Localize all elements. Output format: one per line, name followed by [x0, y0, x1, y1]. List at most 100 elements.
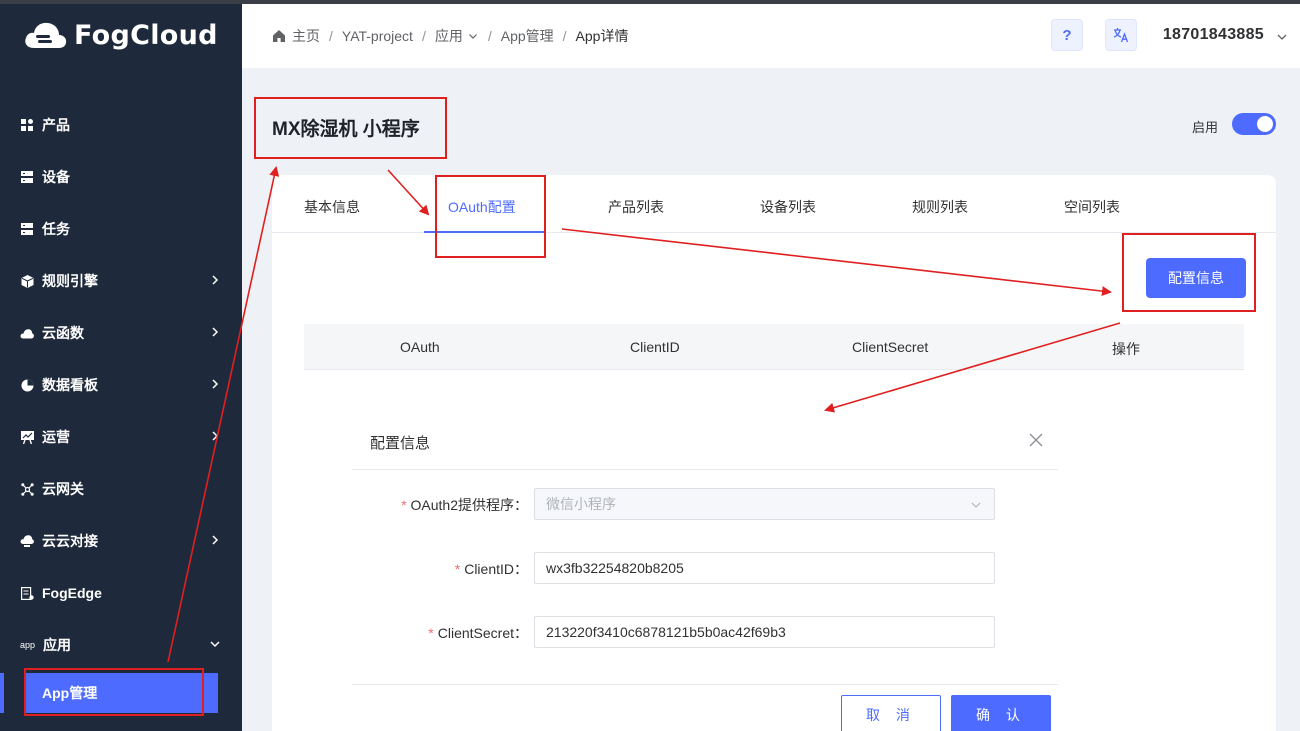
tab-basic-info[interactable]: 基本信息	[304, 197, 360, 217]
chevron-down-icon	[468, 34, 477, 39]
oauth-provider-select[interactable]: 微信小程序	[534, 488, 995, 520]
sidebar-item-fogedge[interactable]: FogEdge	[0, 567, 242, 619]
breadcrumb-app-management[interactable]: App管理	[501, 26, 554, 46]
breadcrumb-app-detail: App详情	[575, 28, 629, 44]
config-info-button[interactable]: 配置信息	[1146, 258, 1246, 298]
sidebar-item-products[interactable]: 产品	[0, 99, 242, 151]
chevron-down-icon	[210, 641, 220, 648]
pie-icon	[20, 378, 34, 392]
translate-button[interactable]	[1105, 19, 1137, 51]
breadcrumb-project[interactable]: YAT-project	[342, 28, 413, 44]
close-icon[interactable]	[1028, 432, 1044, 448]
dialog-divider	[352, 469, 1058, 470]
cloud-link-icon	[20, 534, 34, 548]
sidebar-item-label: 设备	[42, 169, 70, 185]
column-header-actions: 操作	[1112, 341, 1140, 357]
dialog-footer-divider	[352, 684, 1058, 685]
breadcrumb-separator: /	[421, 28, 426, 44]
sidebar-item-label: 任务	[42, 221, 70, 237]
app-icon: app	[20, 640, 36, 650]
required-mark: *	[428, 625, 434, 641]
sidebar-item-apps[interactable]: app 应用	[0, 619, 242, 671]
sidebar-item-cloud-functions[interactable]: 云函数	[0, 307, 242, 359]
network-icon	[20, 482, 34, 496]
sidebar-item-operations[interactable]: 运营	[0, 411, 242, 463]
sidebar-item-label: 应用	[43, 637, 72, 653]
input-value: wx3fb32254820b8205	[546, 560, 684, 576]
help-button[interactable]: ?	[1051, 19, 1083, 51]
sidebar-item-label: 运营	[42, 429, 70, 445]
breadcrumb-home[interactable]: 主页	[292, 26, 320, 46]
cancel-button[interactable]: 取 消	[841, 695, 941, 731]
table-header: OAuth ClientID ClientSecret 操作	[304, 324, 1244, 370]
clientsecret-input[interactable]: 213220f3410c6878121b5b0ac42f69b3	[534, 616, 995, 648]
user-account[interactable]: 18701843885	[1163, 26, 1264, 44]
chevron-right-icon	[212, 275, 219, 285]
chevron-right-icon	[212, 379, 219, 389]
cube-icon	[20, 274, 34, 288]
chevron-right-icon	[212, 327, 219, 337]
breadcrumb-separator: /	[329, 28, 333, 44]
field-label-text: OAuth2提供程序：	[410, 497, 528, 513]
oauth-provider-label: * OAuth2提供程序：	[372, 495, 528, 515]
chevron-right-icon	[212, 431, 219, 441]
tab-device-list[interactable]: 设备列表	[760, 197, 816, 217]
sidebar: FogCloud 产品 设备 任务 规则引擎 云函数 数据看板 运营 云网关 云…	[0, 0, 242, 731]
clientid-input[interactable]: wx3fb32254820b8205	[534, 552, 995, 584]
sidebar-item-devices[interactable]: 设备	[0, 151, 242, 203]
breadcrumb-separator: /	[487, 28, 492, 44]
brand[interactable]: FogCloud	[22, 18, 218, 52]
sidebar-item-tasks[interactable]: 任务	[0, 203, 242, 255]
sidebar-item-rule-engine[interactable]: 规则引擎	[0, 255, 242, 307]
server-icon	[20, 170, 34, 184]
sidebar-subitem-app-management[interactable]: App管理	[26, 673, 218, 713]
column-header-clientsecret: ClientSecret	[852, 339, 929, 355]
sidebar-item-label: 云函数	[42, 325, 84, 341]
fogcloud-logo-icon	[25, 22, 67, 48]
field-label-text: ClientSecret：	[437, 625, 528, 641]
sidebar-item-cloud-gateway[interactable]: 云网关	[0, 463, 242, 515]
enable-label: 启用	[1192, 120, 1219, 135]
page-title: MX除湿机 小程序	[272, 119, 420, 140]
sidebar-item-label: FogEdge	[42, 585, 102, 601]
input-value: 213220f3410c6878121b5b0ac42f69b3	[546, 624, 786, 640]
sidebar-item-label: 规则引擎	[42, 273, 98, 289]
sidebar-item-cloud-integration[interactable]: 云云对接	[0, 515, 242, 567]
brand-name: FogCloud	[74, 19, 218, 51]
translate-icon	[1113, 28, 1129, 43]
tab-bar: 基本信息 OAuth配置 产品列表 设备列表 规则列表 空间列表	[272, 175, 1276, 233]
home-icon	[273, 30, 285, 42]
server-icon	[20, 222, 34, 236]
tab-product-list[interactable]: 产品列表	[608, 197, 664, 217]
clientid-label: * ClientID：	[372, 559, 528, 579]
sidebar-item-label: 产品	[42, 117, 70, 133]
column-header-clientid: ClientID	[630, 339, 680, 355]
breadcrumb-separator: /	[562, 28, 567, 44]
cloud-icon	[20, 326, 34, 340]
breadcrumb-apps[interactable]: 应用	[435, 26, 463, 46]
sidebar-item-label: 数据看板	[42, 377, 98, 393]
chevron-down-icon	[971, 502, 981, 508]
sidebar-item-label: 云云对接	[42, 533, 98, 549]
chevron-down-icon[interactable]	[1276, 31, 1288, 43]
active-indicator	[0, 673, 4, 713]
tab-space-list[interactable]: 空间列表	[1064, 197, 1120, 217]
required-mark: *	[454, 561, 461, 577]
edge-icon	[20, 586, 34, 600]
toggle-knob	[1257, 116, 1273, 132]
enable-toggle[interactable]	[1232, 113, 1276, 135]
tab-oauth-config[interactable]: OAuth配置	[448, 197, 516, 217]
clientsecret-label: * ClientSecret：	[372, 623, 528, 643]
grid-icon	[20, 118, 34, 132]
tab-rule-list[interactable]: 规则列表	[912, 197, 968, 217]
field-label-text: ClientID：	[464, 561, 528, 577]
confirm-button[interactable]: 确 认	[951, 695, 1051, 731]
tab-active-underline	[424, 231, 544, 233]
dialog-title: 配置信息	[370, 435, 431, 452]
breadcrumb: 主页 / YAT-project / 应用 / App管理 / App详情	[272, 26, 628, 46]
window-top-border	[0, 0, 242, 4]
required-mark: *	[401, 497, 407, 513]
chart-board-icon	[20, 430, 34, 444]
sidebar-item-dashboard[interactable]: 数据看板	[0, 359, 242, 411]
top-header: 主页 / YAT-project / 应用 / App管理 / App详情 ? …	[242, 0, 1300, 68]
